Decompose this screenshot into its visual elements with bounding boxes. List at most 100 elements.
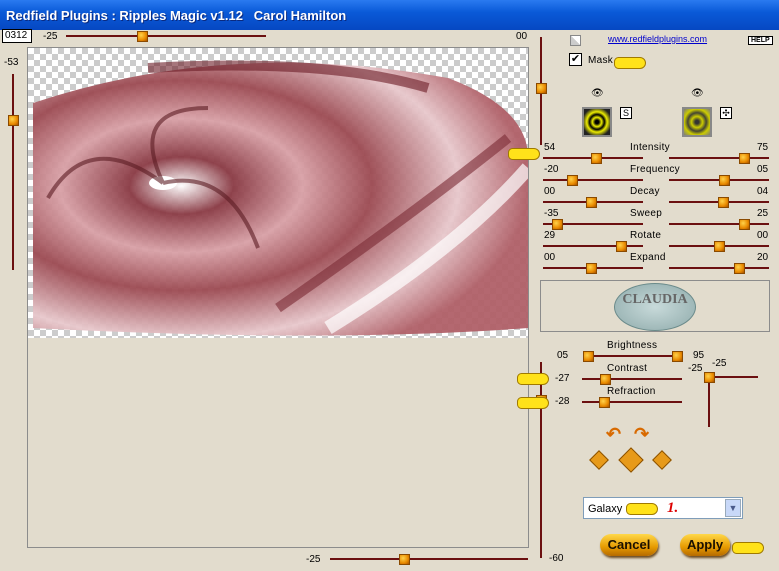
contrast-slider[interactable] [582, 378, 682, 380]
slider-right-thumb[interactable] [718, 197, 729, 208]
slider-right-value: 25 [757, 208, 769, 219]
random-all-icon[interactable] [618, 447, 644, 473]
ripple-render [33, 60, 528, 336]
logo-panel: CLAUDIA [540, 280, 770, 332]
bottom-slider-thumb[interactable] [399, 554, 410, 565]
redo-arrow-icon[interactable]: ↷ [634, 424, 649, 445]
brightness-high-value: 95 [693, 350, 705, 361]
eye-icon: 👁 [691, 88, 704, 99]
seed-field[interactable]: 0312 [2, 29, 32, 43]
slider-right-thumb[interactable] [739, 219, 750, 230]
mask-label: Mask [588, 55, 614, 66]
slider-left-thumb[interactable] [591, 153, 602, 164]
step-annotation: 1. [667, 500, 679, 516]
brightness-label: Brightness [607, 340, 658, 351]
chevron-down-icon[interactable]: ▼ [725, 499, 741, 517]
pattern-spiral-icon[interactable]: ✣ [720, 107, 732, 119]
top-slider-right-value: 00 [516, 31, 528, 42]
slider-left-value: 29 [544, 230, 556, 241]
pointing-hand-icon [614, 57, 646, 69]
slider-right-track[interactable] [669, 267, 769, 269]
apply-button[interactable]: Apply [680, 534, 730, 556]
brightness-high-thumb[interactable] [672, 351, 683, 362]
xy-pad-y-value: -25 [712, 358, 727, 369]
left-slider-thumb[interactable] [8, 115, 19, 126]
slider-right-thumb[interactable] [734, 263, 745, 274]
slider-label: Frequency [630, 164, 680, 175]
refraction-slider[interactable] [582, 401, 682, 403]
left-slider[interactable] [12, 74, 14, 270]
random-small-icon[interactable] [652, 450, 672, 470]
pointing-hand-icon [517, 397, 549, 409]
slider-label: Decay [630, 186, 660, 197]
slider-label: Rotate [630, 230, 662, 241]
refraction-label: Refraction [607, 386, 656, 397]
claudia-logo: CLAUDIA [614, 283, 696, 331]
slider-right-thumb[interactable] [719, 175, 730, 186]
contrast-value: -27 [555, 373, 570, 384]
brightness-low-thumb[interactable] [583, 351, 594, 362]
slider-right-track[interactable] [669, 157, 769, 159]
bottom-slider-value: -25 [306, 554, 321, 565]
cancel-button[interactable]: Cancel [600, 534, 658, 556]
help-button[interactable]: HELP [748, 36, 773, 45]
pointing-hand-icon [626, 503, 658, 515]
brightness-slider[interactable] [583, 355, 683, 357]
pattern-swirl-2[interactable] [682, 107, 712, 137]
slider-left-thumb[interactable] [586, 263, 597, 274]
slider-left-track[interactable] [543, 245, 643, 247]
slider-left-value: 00 [544, 252, 556, 263]
right-bottom-slider-value: -60 [549, 553, 564, 564]
transparency-toggle-icon[interactable] [570, 35, 581, 46]
random-small-icon[interactable] [589, 450, 609, 470]
window-title: Redfield Plugins : Ripples Magic v1.12 C… [6, 8, 347, 23]
slider-right-value: 04 [757, 186, 769, 197]
slider-left-value: 00 [544, 186, 556, 197]
mask-checkbox[interactable]: ✔ [569, 53, 582, 66]
top-slider[interactable] [66, 35, 266, 37]
slider-left-track[interactable] [543, 179, 643, 181]
preview-panel[interactable] [27, 47, 529, 548]
right-top-slider-thumb[interactable] [536, 83, 547, 94]
slider-label: Sweep [630, 208, 663, 219]
xy-pad-x-value: -25 [688, 363, 703, 374]
left-slider-value: -53 [4, 57, 19, 68]
xy-pad-vertical[interactable] [708, 377, 710, 427]
right-bottom-slider[interactable] [540, 362, 542, 558]
slider-right-thumb[interactable] [739, 153, 750, 164]
top-slider-thumb[interactable] [137, 31, 148, 42]
slider-left-value: -20 [544, 164, 559, 175]
xy-pad-thumb[interactable] [704, 372, 715, 383]
slider-right-value: 20 [757, 252, 769, 263]
contrast-label: Contrast [607, 363, 648, 374]
pattern-swirl-1[interactable] [582, 107, 612, 137]
website-link[interactable]: www.redfieldplugins.com [608, 34, 707, 44]
refraction-thumb[interactable] [599, 397, 610, 408]
eye-icon: 👁 [591, 88, 604, 99]
slider-left-thumb[interactable] [616, 241, 627, 252]
preview-image [28, 48, 528, 338]
pattern-s-icon[interactable]: S [620, 107, 632, 119]
slider-right-value: 75 [757, 142, 769, 153]
preset-dropdown[interactable]: Galaxy 1. ▼ [583, 497, 743, 519]
top-slider-left-value: -25 [43, 31, 58, 42]
slider-label: Expand [630, 252, 666, 263]
brightness-low-value: 05 [557, 350, 569, 361]
bottom-slider[interactable] [330, 558, 528, 560]
pointing-hand-icon [508, 148, 540, 160]
slider-right-value: 05 [757, 164, 769, 175]
slider-right-value: 00 [757, 230, 769, 241]
title-bar: Redfield Plugins : Ripples Magic v1.12 C… [0, 0, 779, 30]
slider-right-track[interactable] [669, 223, 769, 225]
contrast-thumb[interactable] [600, 374, 611, 385]
slider-right-thumb[interactable] [714, 241, 725, 252]
slider-left-thumb[interactable] [567, 175, 578, 186]
refraction-value: -28 [555, 396, 570, 407]
slider-left-value: -35 [544, 208, 559, 219]
slider-left-thumb[interactable] [586, 197, 597, 208]
pointing-hand-icon [517, 373, 549, 385]
undo-arrow-icon[interactable]: ↶ [606, 424, 621, 445]
slider-left-value: 54 [544, 142, 556, 153]
slider-left-thumb[interactable] [552, 219, 563, 230]
slider-label: Intensity [630, 142, 670, 153]
